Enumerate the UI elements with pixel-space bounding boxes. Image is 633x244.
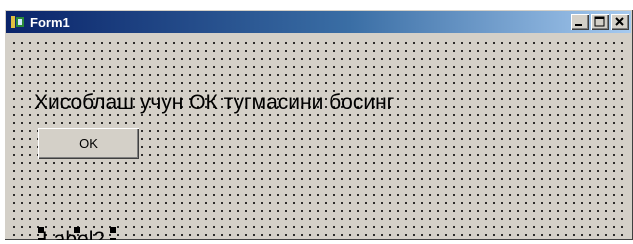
ok-button[interactable]: OK xyxy=(38,128,139,159)
minimize-icon xyxy=(575,24,582,26)
minimize-button[interactable] xyxy=(571,14,589,30)
window-title: Form1 xyxy=(30,14,70,30)
label2-selection[interactable]: Label2 xyxy=(38,227,116,240)
selection-handle-top-left[interactable] xyxy=(38,227,44,233)
form-window: Form1 Хисоблаш учун ОК тугмасини босинг xyxy=(4,9,633,240)
label1[interactable]: Хисоблаш учун ОК тугмасини босинг xyxy=(34,91,394,115)
selection-handle-top-middle[interactable] xyxy=(74,227,80,233)
selection-handle-top-right[interactable] xyxy=(110,227,116,233)
selection-handle-middle-left[interactable] xyxy=(38,238,44,240)
title-bar[interactable]: Form1 xyxy=(6,11,631,33)
close-button[interactable] xyxy=(611,14,629,30)
maximize-icon xyxy=(594,16,605,27)
delphi-app-icon[interactable] xyxy=(10,14,26,30)
close-icon xyxy=(615,17,624,26)
title-buttons xyxy=(571,14,629,30)
maximize-button[interactable] xyxy=(591,14,609,30)
selection-handle-middle-right[interactable] xyxy=(110,238,116,240)
form-design-surface[interactable]: Хисоблаш учун ОК тугмасини босинг OK Lab… xyxy=(8,37,629,240)
